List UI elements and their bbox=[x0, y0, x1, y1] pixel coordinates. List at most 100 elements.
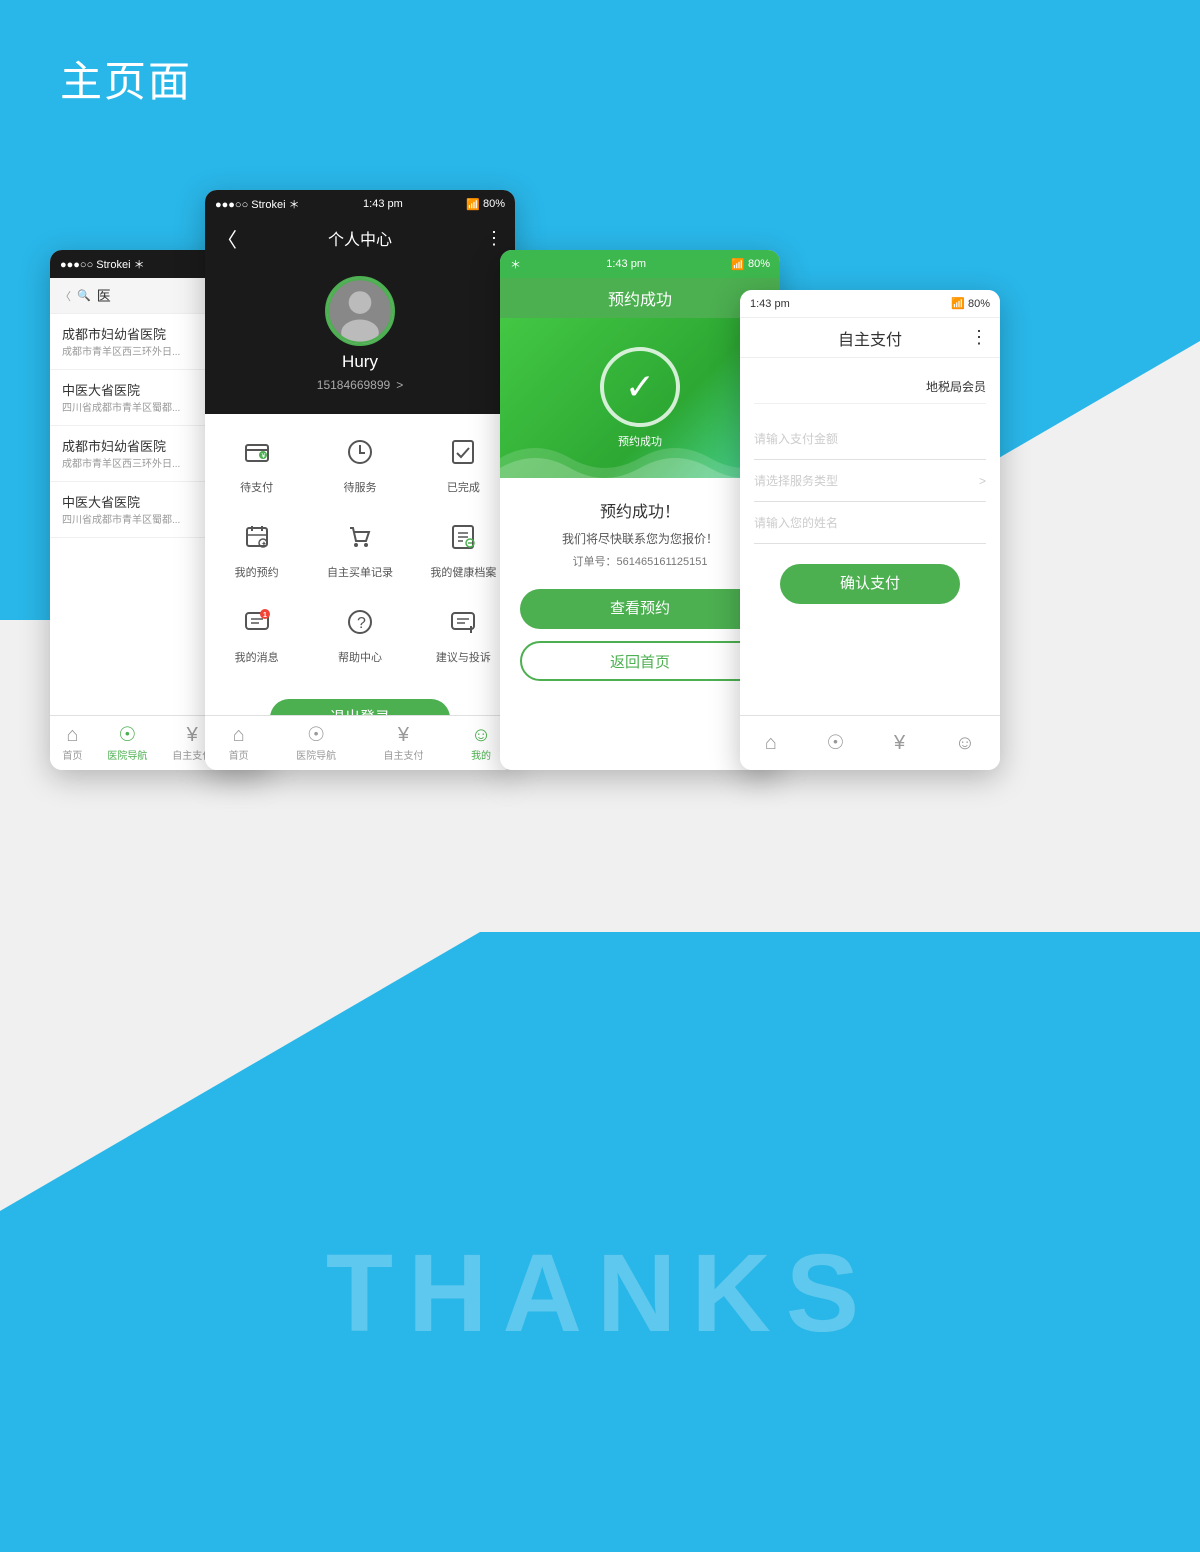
page-title: 主页面 bbox=[60, 48, 192, 109]
s4-more-btn[interactable]: ⋮ bbox=[970, 327, 988, 348]
s3-status-bar: ＊ 1:43 pm 📶 80% bbox=[500, 250, 780, 278]
grid-label-health-record: 我的健康档案 bbox=[430, 564, 496, 580]
tab-hospital-nav[interactable]: ☉ 医院导航 bbox=[107, 725, 147, 762]
s2-profile-section: Hury 15184669899 > bbox=[205, 258, 515, 414]
hospital-nav-icon: ☉ bbox=[118, 725, 136, 745]
s4-member-label: 地税局会员 bbox=[754, 370, 986, 404]
s4-content: 地税局会员 请输入支付金额 请选择服务类型 > 请输入您的姓名 确认支付 bbox=[740, 358, 1000, 636]
grid-item-pending-service[interactable]: 待服务 bbox=[308, 424, 411, 509]
s2-profile-arrow[interactable]: > bbox=[396, 378, 403, 392]
screen-personal-center: ●●●○○ Strokei ＊ 1:43 pm 📶 80% 〈 个人中心 ⋮ H… bbox=[205, 190, 515, 770]
payment-icon: ¥ bbox=[398, 725, 409, 745]
grid-label-buy-record: 自主买单记录 bbox=[327, 564, 393, 580]
s3-success-title: 预约成功！ bbox=[520, 498, 760, 522]
payment-icon: ¥ bbox=[187, 725, 198, 745]
tab-mine[interactable]: ☺ bbox=[955, 733, 975, 753]
s2-battery: 80% bbox=[483, 198, 505, 210]
s3-nav-bar: 预约成功 ⋮ bbox=[500, 278, 780, 318]
grid-item-pending-payment[interactable]: ¥ 待支付 bbox=[205, 424, 308, 509]
s2-nav-bar: 〈 个人中心 ⋮ bbox=[205, 218, 515, 258]
s4-name-field[interactable]: 请输入您的姓名 bbox=[754, 502, 986, 544]
tab-hospital-nav-label: 医院导航 bbox=[107, 747, 147, 762]
view-appointment-button[interactable]: 查看预约 bbox=[520, 589, 760, 629]
grid-label-feedback: 建议与投诉 bbox=[436, 649, 491, 665]
mine-icon: ☺ bbox=[471, 725, 491, 745]
confirm-payment-button[interactable]: 确认支付 bbox=[780, 564, 960, 604]
s3-content: 预约成功！ 我们将尽快联系您为您报价！ 订单号：561465161125151 … bbox=[500, 478, 780, 713]
tab-payment[interactable]: ¥ bbox=[894, 733, 905, 753]
s4-amount-field[interactable]: 请输入支付金额 bbox=[754, 418, 986, 460]
svg-text:1: 1 bbox=[263, 612, 267, 619]
home-icon: ⌂ bbox=[66, 725, 78, 745]
s4-battery: 80% bbox=[968, 298, 990, 310]
hospital-nav-icon: ☉ bbox=[826, 733, 844, 753]
grid-label-pending-service: 待服务 bbox=[343, 479, 376, 495]
tab-home[interactable]: ⌂ 首页 bbox=[62, 725, 82, 762]
s2-status-icons: 📶 80% bbox=[466, 198, 505, 211]
grid-item-buy-record[interactable]: 自主买单记录 bbox=[308, 509, 411, 594]
s3-status-left: ＊ bbox=[510, 256, 521, 272]
feedback-icon bbox=[449, 608, 477, 643]
s2-more-btn[interactable]: ⋮ bbox=[485, 228, 503, 249]
s3-check-circle: ✓ bbox=[600, 347, 680, 427]
help-icon: ? bbox=[346, 608, 374, 643]
pending-service-icon bbox=[346, 438, 374, 473]
tab-hospital-nav-label: 医院导航 bbox=[296, 747, 336, 762]
s4-tab-bar: ⌂ ☉ ¥ ☺ bbox=[740, 715, 1000, 770]
s4-status-icons: 📶 80% bbox=[951, 297, 990, 310]
tab-payment-label: 自主支付 bbox=[383, 747, 423, 762]
grid-label-my-messages: 我的消息 bbox=[235, 649, 279, 665]
tab-home[interactable]: ⌂ bbox=[765, 733, 777, 753]
svg-text:✦: ✦ bbox=[261, 540, 267, 548]
tab-home-label: 首页 bbox=[62, 747, 82, 762]
tab-mine-label: 我的 bbox=[471, 747, 491, 762]
s2-status-left: ●●●○○ Strokei ＊ bbox=[215, 196, 300, 212]
grid-label-help: 帮助中心 bbox=[338, 649, 382, 665]
s2-avatar[interactable] bbox=[325, 276, 395, 346]
s1-search-text[interactable]: 医 bbox=[97, 286, 111, 306]
buy-record-icon bbox=[346, 523, 374, 558]
s2-tab-bar: ⌂ 首页 ☉ 医院导航 ¥ 自主支付 ☺ 我的 bbox=[205, 715, 515, 770]
s4-status-bar: 1:43 pm 📶 80% bbox=[740, 290, 1000, 318]
pending-payment-icon: ¥ bbox=[243, 438, 271, 473]
grid-label-pending-payment: 待支付 bbox=[240, 479, 273, 495]
grid-item-help[interactable]: ? 帮助中心 bbox=[308, 594, 411, 679]
s2-back-btn[interactable]: 〈 bbox=[217, 224, 237, 253]
s2-nav-title: 个人中心 bbox=[328, 226, 392, 250]
s1-status-left: ●●●○○ Strokei ＊ bbox=[60, 256, 145, 272]
s4-nav-bar: 自主支付 ⋮ bbox=[740, 318, 1000, 358]
s2-status-bar: ●●●○○ Strokei ＊ 1:43 pm 📶 80% bbox=[205, 190, 515, 218]
tab-home-label: 首页 bbox=[229, 747, 249, 762]
s3-status-icons: 📶 80% bbox=[731, 258, 770, 271]
svg-text:?: ? bbox=[357, 615, 366, 632]
s3-battery: 80% bbox=[748, 258, 770, 270]
tab-home[interactable]: ⌂ 首页 bbox=[229, 725, 249, 762]
tab-hospital-nav[interactable]: ☉ 医院导航 bbox=[296, 725, 336, 762]
completed-icon bbox=[449, 438, 477, 473]
s2-user-phone: 15184669899 bbox=[317, 378, 390, 392]
grid-item-my-messages[interactable]: 1 我的消息 bbox=[205, 594, 308, 679]
my-appointments-icon: ✦ bbox=[243, 523, 271, 558]
s4-service-placeholder: 请选择服务类型 bbox=[754, 472, 838, 489]
screen-self-payment: 1:43 pm 📶 80% 自主支付 ⋮ 地税局会员 请输入支付金额 请选择服务… bbox=[740, 290, 1000, 770]
tab-mine[interactable]: ☺ 我的 bbox=[471, 725, 491, 762]
grid-item-my-appointments[interactable]: ✦ 我的预约 bbox=[205, 509, 308, 594]
s2-user-name: Hury bbox=[342, 352, 378, 372]
s4-service-arrow: > bbox=[979, 474, 986, 488]
s3-success-subtitle: 我们将尽快联系您为您报价！ bbox=[520, 530, 760, 547]
grid-label-completed: 已完成 bbox=[447, 479, 480, 495]
mine-icon: ☺ bbox=[955, 733, 975, 753]
s4-nav-title: 自主支付 bbox=[838, 326, 902, 350]
s3-status-time: 1:43 pm bbox=[606, 258, 646, 270]
tab-payment[interactable]: ¥ 自主支付 bbox=[383, 725, 423, 762]
screens-container: ●●●○○ Strokei ＊ 📶 🔋 〈 🔍 医 成都市妇幼省医院 成都市青羊… bbox=[50, 190, 1150, 890]
screen-appointment-success: ＊ 1:43 pm 📶 80% 预约成功 ⋮ ✓ 预约成功 预约成 bbox=[500, 250, 780, 770]
tab-hospital-nav[interactable]: ☉ bbox=[826, 733, 844, 753]
s4-amount-placeholder: 请输入支付金额 bbox=[754, 430, 838, 447]
s4-status-time: 1:43 pm bbox=[750, 298, 790, 310]
wave-svg bbox=[500, 438, 780, 478]
back-home-button[interactable]: 返回首页 bbox=[520, 641, 760, 681]
s4-service-type-field[interactable]: 请选择服务类型 > bbox=[754, 460, 986, 502]
s1-back-btn[interactable]: 〈 bbox=[60, 288, 71, 304]
hospital-nav-icon: ☉ bbox=[307, 725, 325, 745]
